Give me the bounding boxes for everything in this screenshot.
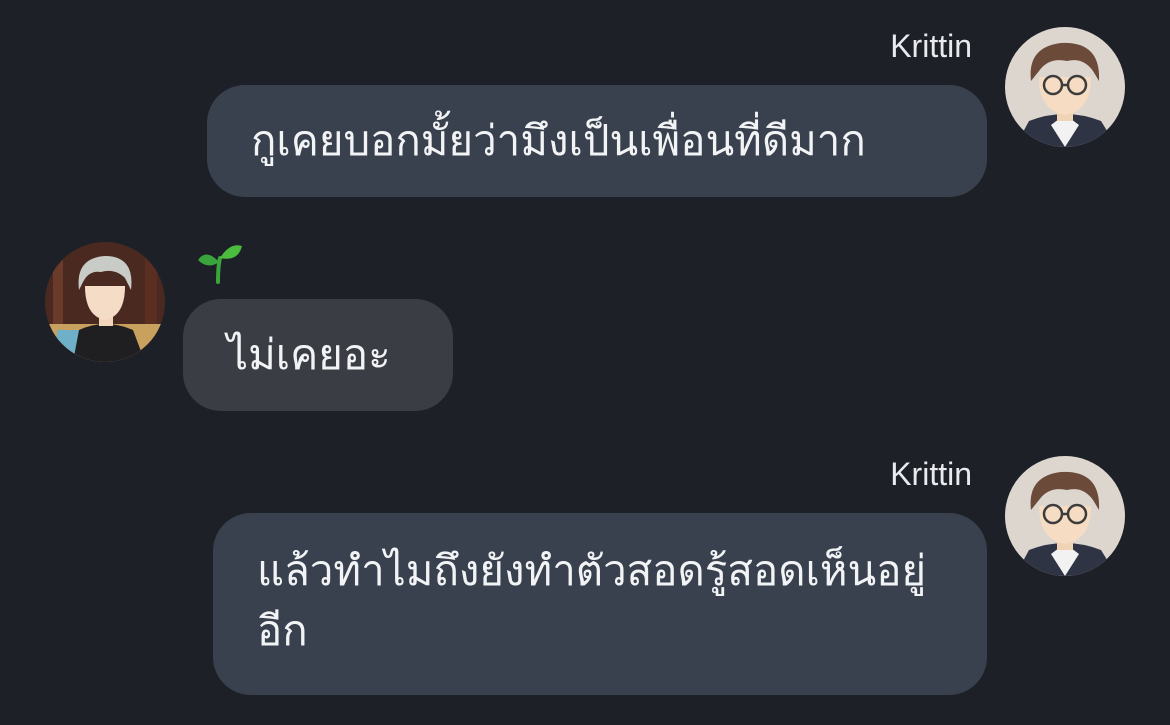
- glasses-boy-avatar-icon: [1005, 27, 1125, 147]
- message-bubble[interactable]: ไม่เคยอะ: [183, 299, 453, 411]
- chat-thread: Krittin กูเคยบอกมั้ยว่ามึงเป็นเพื่อนที่ด…: [0, 0, 1170, 725]
- avatar[interactable]: [1005, 456, 1125, 576]
- sender-name: Krittin: [890, 28, 972, 64]
- avatar[interactable]: [1005, 27, 1125, 147]
- avatar[interactable]: [45, 242, 165, 362]
- glasses-boy-avatar-icon: [1005, 456, 1125, 576]
- message-bubble[interactable]: แล้วทำไมถึงยังทำตัวสอดรู้สอดเห็นอยู่อีก: [213, 513, 987, 695]
- silver-hair-boy-avatar-icon: [45, 242, 165, 362]
- sender-name: Krittin: [890, 456, 972, 492]
- message-bubble[interactable]: กูเคยบอกมั้ยว่ามึงเป็นเพื่อนที่ดีมาก: [207, 85, 987, 197]
- seedling-icon: [196, 240, 244, 288]
